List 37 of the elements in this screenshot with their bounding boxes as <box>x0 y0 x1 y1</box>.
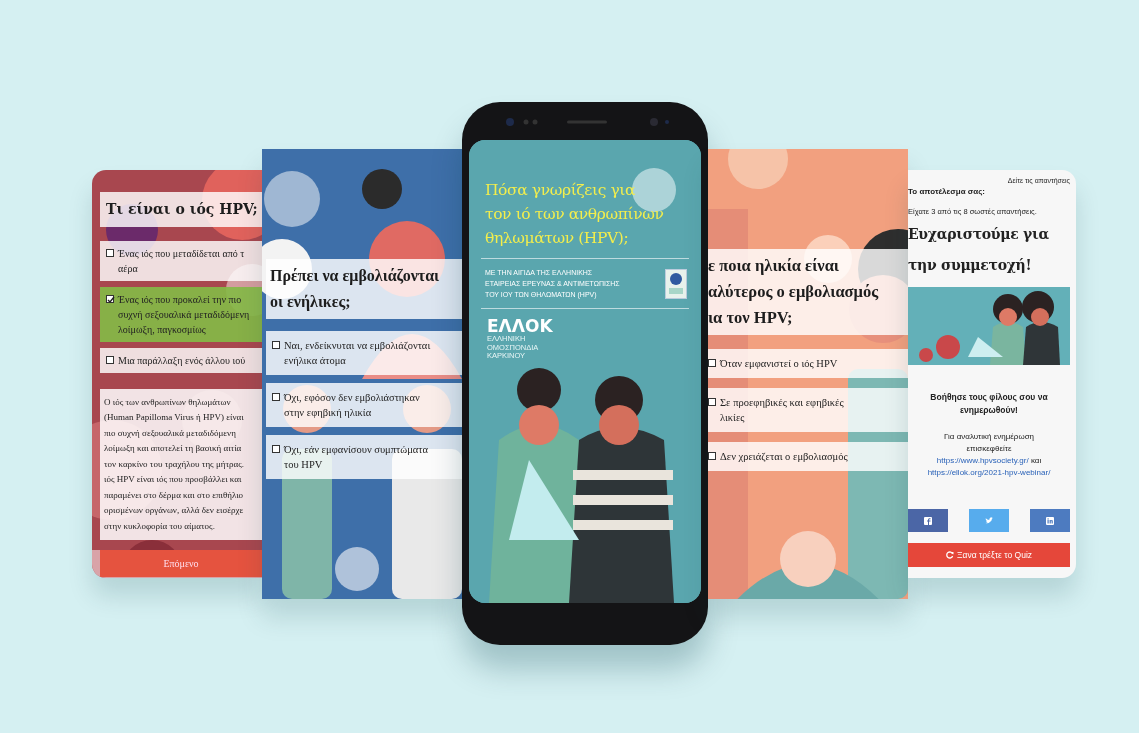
linkedin-icon <box>1046 516 1054 525</box>
option-text: Ένας ιός που προκαλεί την πιο συχνή σεξουαλικά μεταδιδόμενη λοίμωξη, παγκοσμίως <box>118 292 250 337</box>
option-text: Όχι, εάν εμφανίσουν συμπτώματα του HPV <box>284 442 429 472</box>
option-text: Όχι, εφόσον δεν εμβολιάστηκαν στην εφηβική ηλικία <box>284 390 420 420</box>
restart-button[interactable]: Ξανα τρέξτε το Quiz <box>908 543 1070 568</box>
link-joiner-text: και <box>1030 456 1042 466</box>
facebook-icon <box>924 516 932 525</box>
checkbox[interactable] <box>272 340 280 349</box>
checkbox[interactable] <box>272 392 280 401</box>
checkbox[interactable] <box>106 248 114 257</box>
answer-option[interactable]: Όχι, εάν εμφανίσουν συμπτώματα του HPV <box>266 434 462 479</box>
answer-option[interactable]: Ναι, ενδείκνυται να εμβολιάζονται ενήλικα άτομα <box>266 330 462 375</box>
result-label: Το αποτέλεσμα σας: <box>908 186 987 198</box>
answer-option[interactable]: Μια παράλλαξη ενός άλλου ιού <box>100 347 262 373</box>
question-title: Τι είναι ο ιός HPV; <box>100 191 262 227</box>
checkbox[interactable] <box>272 444 280 453</box>
cover-title: Πόσα γνωρίζεις για τον ιό των ανθρωπίνων θηλωμάτων (HPV); <box>484 180 665 249</box>
refresh-icon <box>945 551 954 560</box>
option-text: Ένας ιός που μεταδίδεται από τ αέρα <box>118 246 245 276</box>
checkbox[interactable] <box>106 355 114 364</box>
checkbox[interactable] <box>106 294 114 303</box>
explanation-text: Ο ιός των ανθρωπίνων θηλωμάτων (Human Papilloma Virus ή HPV) είναι πιο συχνή σεξουαλικά μεταδιδόμενη λοίμωξη και αποτελεί τη βασική αιτία τον καρκίνο του τραχήλου της μήτρας. ιός HPV είναι ιός που προσβάλλει και παραμένει στο δέρμα και στο επιθήλιο ορισμένων οργάνων, αλλά δεν εισέρχε στην κυκλοφορία του αίματος. <box>100 388 262 540</box>
answer-option[interactable]: Όχι, εφόσον δεν εμβολιάστηκαν στην εφηβική ηλικία <box>266 382 462 427</box>
web-link[interactable]: https://ellok.org/2021-hpv-webinar/ <box>927 468 1051 478</box>
web-link[interactable]: https://www.hpvsociety.gr/ <box>936 456 1029 466</box>
share-button[interactable] <box>908 509 948 533</box>
emblem-icon <box>665 268 687 299</box>
option-text: Ναι, ενδείκνυται να εμβολιάζονται ενήλικα άτομα <box>284 338 431 368</box>
bird-icon <box>985 516 993 525</box>
answer-option[interactable]: Ένας ιός που προκαλεί την πιο συχνή σεξουαλικά μεταδιδόμενη λοίμωξη, παγκοσμίως <box>100 286 262 342</box>
answer-option[interactable]: Ένας ιός που μεταδίδεται από τ αέρα <box>100 240 262 281</box>
logo-text: ΕΛΛΟΚ <box>486 317 553 335</box>
share-button[interactable] <box>1030 509 1070 533</box>
question-title: Πρέπει να εμβολιάζονται οι ενήλικες; <box>266 258 462 319</box>
share-prompt-text: Βοήθησε τους φίλους σου να ενημερωθούν! <box>929 391 1049 418</box>
thank-you-title: Ευχαριστούμε για την συμμετοχή! <box>908 225 1050 276</box>
option-text: Μια παράλλαξη ενός άλλου ιού <box>118 353 246 368</box>
